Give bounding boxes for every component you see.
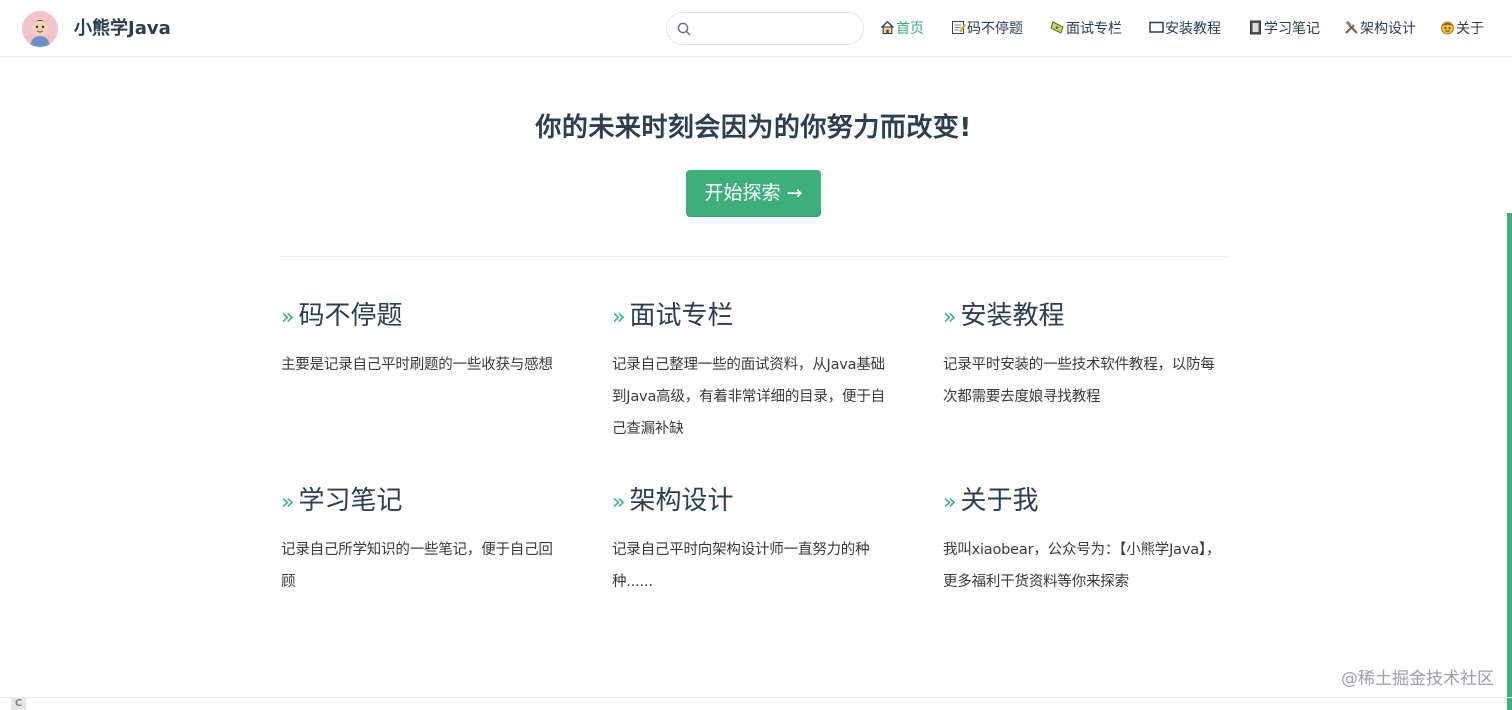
feature-title-text: 关于我: [960, 486, 1039, 516]
search-input[interactable]: [699, 17, 855, 41]
nav-item-home[interactable]: 首页: [880, 18, 924, 40]
corner-badge: C: [11, 698, 26, 710]
feature-install-guide: » 安装教程 记录平时安装的一些技术软件教程，以防每次都需要去度娘寻找教程: [943, 298, 1228, 413]
feature-title[interactable]: » 学习笔记: [281, 483, 566, 521]
scrollbar[interactable]: [1507, 213, 1512, 710]
nav-label: 码不停题: [967, 21, 1023, 37]
feature-details: 记录平时安装的一些技术软件教程，以防每次都需要去度娘寻找教程: [943, 357, 1215, 405]
monitor-icon: [1149, 20, 1164, 35]
feature-study-notes: » 学习笔记 记录自己所学知识的一些笔记，便于自己回顾: [281, 483, 566, 598]
nav-item-interview[interactable]: 面试专栏: [1050, 18, 1122, 40]
feature-marker: »: [281, 490, 295, 515]
feature-marker: »: [612, 305, 626, 330]
nav-item-study-notes[interactable]: 学习笔记: [1248, 18, 1320, 40]
nav-label: 面试专栏: [1066, 21, 1122, 37]
feature-details: 我叫xiaobear，公众号为：【小熊学Java】，更多福利干货资料等你来探索: [943, 542, 1221, 590]
feature-details: 记录自己整理一些的面试资料，从Java基础到Java高级，有着非常详细的目录，便…: [612, 357, 885, 437]
nav-label: 关于: [1456, 21, 1484, 37]
hero-divider: [281, 256, 1227, 257]
nav-label: 架构设计: [1360, 21, 1416, 37]
nav-item-install-guide[interactable]: 安装教程: [1149, 18, 1221, 40]
feature-marker: »: [943, 305, 957, 330]
feature-coding-problems: » 码不停题 主要是记录自己平时刷题的一些收获与感想: [281, 298, 566, 381]
nav-label: 安装教程: [1165, 21, 1221, 37]
feature-title-text: 码不停题: [298, 301, 403, 331]
site-logo[interactable]: [22, 11, 58, 47]
feature-marker: »: [612, 490, 626, 515]
start-explore-button[interactable]: 开始探索 →: [686, 170, 821, 217]
feature-about-me: » 关于我 我叫xiaobear，公众号为：【小熊学Java】，更多福利干货资料等…: [943, 483, 1228, 598]
tools-icon: [1344, 20, 1359, 35]
footer-divider: [0, 697, 1512, 698]
feature-title-text: 学习笔记: [298, 486, 403, 516]
memo-icon: [951, 20, 966, 35]
feature-title[interactable]: » 码不停题: [281, 298, 566, 336]
feature-title-text: 面试专栏: [629, 301, 734, 331]
feature-details: 记录自己所学知识的一些笔记，便于自己回顾: [281, 542, 553, 590]
hero-tagline: 你的未来时刻会因为的你努力而改变!: [535, 113, 972, 143]
notebook-icon: [1248, 20, 1263, 35]
feature-title[interactable]: » 关于我: [943, 483, 1228, 521]
feature-marker: »: [281, 305, 295, 330]
site-name[interactable]: 小熊学Java: [74, 17, 171, 41]
search-icon: [676, 21, 692, 37]
feature-title[interactable]: » 面试专栏: [612, 298, 897, 336]
feature-architecture: » 架构设计 记录自己平时向架构设计师一直努力的种种......: [612, 483, 897, 598]
feature-title[interactable]: » 架构设计: [612, 483, 897, 521]
feature-title-text: 架构设计: [629, 486, 734, 516]
watermark: @稀土掘金技术社区: [1341, 669, 1494, 689]
nav-item-coding-problems[interactable]: 码不停题: [951, 18, 1023, 40]
feature-details: 记录自己平时向架构设计师一直努力的种种......: [612, 542, 870, 590]
search-box[interactable]: [666, 12, 864, 45]
feature-details: 主要是记录自己平时刷题的一些收获与感想: [281, 357, 553, 373]
navbar: 小熊学Java 首页 码不停题 面试专栏 安装教程 学习笔记 架构设计 关于: [0, 0, 1512, 57]
ticket-icon: [1050, 20, 1065, 35]
nav-label: 首页: [896, 21, 924, 37]
feature-title[interactable]: » 安装教程: [943, 298, 1228, 336]
feature-title-text: 安装教程: [960, 301, 1065, 331]
nav-item-architecture[interactable]: 架构设计: [1344, 18, 1416, 40]
feature-interview: » 面试专栏 记录自己整理一些的面试资料，从Java基础到Java高级，有着非常详…: [612, 298, 897, 445]
nav-label: 学习笔记: [1264, 21, 1320, 37]
nav-item-about[interactable]: 关于: [1440, 18, 1484, 40]
home-icon: [880, 20, 895, 35]
face-icon: [1440, 20, 1455, 35]
feature-marker: »: [943, 490, 957, 515]
